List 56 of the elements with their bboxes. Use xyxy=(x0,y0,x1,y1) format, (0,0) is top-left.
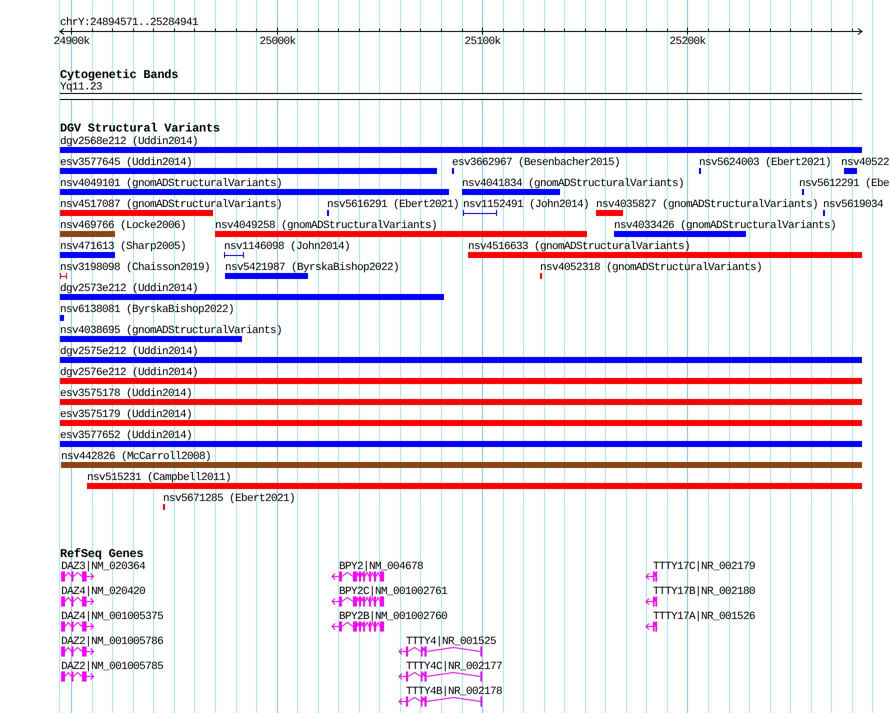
variant-label: nsv4049258 (gnomADStructuralVariants) xyxy=(215,220,438,232)
location-label: chrY:24894571..25284941 xyxy=(60,17,198,29)
variant-label: dgv2576e212 (Uddin2014) xyxy=(60,367,198,379)
variant-label: esv3662967 (Besenbacher2015) xyxy=(452,157,620,169)
variant-label: nsv4052318 (gnomADStructuralVariants) xyxy=(540,262,762,274)
variant-label: esv3577645 (Uddin2014) xyxy=(60,157,192,169)
tick-label: 25200k xyxy=(670,36,706,48)
gene-label: DAZ2|NM_001005785 xyxy=(61,661,164,673)
variant-label: nsv4517087 (gnomADStructuralVariants) xyxy=(60,199,282,211)
track-title: DGV Structural Variants xyxy=(60,122,220,136)
variant-label: nsv5612291 (Ebe xyxy=(799,178,890,190)
track-title: Cytogenetic Bands xyxy=(60,68,178,82)
gene-label: BPY2B|NM_001002760 xyxy=(339,611,448,623)
gene-label: TTTY17A|NR_001526 xyxy=(652,611,755,623)
gene-label: TTTY4C|NR_002177 xyxy=(406,661,502,673)
gene-label: TTTY4B|NR_002178 xyxy=(406,686,502,698)
variant-label: nsv5671285 (Ebert2021) xyxy=(163,493,296,505)
gene-label: BPY2C|NM_001002761 xyxy=(339,586,448,598)
band-label: Yq11.23 xyxy=(60,82,102,94)
variant-label: nsv4516633 (gnomADStructuralVariants) xyxy=(468,241,690,253)
variant-label: nsv4033426 (gnomADStructuralVariants) xyxy=(614,220,836,232)
tick-label: 25100k xyxy=(464,36,500,48)
variant-label: nsv40522 xyxy=(841,157,890,169)
variant-label: dgv2575e212 (Uddin2014) xyxy=(60,346,198,358)
track-title: RefSeq Genes xyxy=(60,547,144,561)
variant-label: nsv471613 (Sharp2005) xyxy=(60,241,186,253)
variant-label: nsv6138081 (ByrskaBishop2022) xyxy=(60,304,234,316)
gene-label: DAZ3|NM_020364 xyxy=(61,561,146,573)
variant-label: nsv5616291 (Ebert2021) xyxy=(327,199,460,211)
variant-label: nsv5624003 (Ebert2021) xyxy=(699,157,832,169)
variant-label: nsv4049101 (gnomADStructuralVariants) xyxy=(60,178,282,190)
variant-label: esv3575178 (Uddin2014) xyxy=(60,388,192,400)
variant-label: nsv3198098 (Chaisson2019) xyxy=(60,262,210,274)
variant-label: nsv515231 (Campbell2011) xyxy=(87,472,232,484)
variant-label: nsv1152491 (John2014) xyxy=(463,199,590,211)
tick-label: 24900k xyxy=(54,36,90,48)
variant-label: nsv1146098 (John2014) xyxy=(224,241,350,253)
variant-label: esv3577652 (Uddin2014) xyxy=(60,430,192,442)
gene-label: TTTY4|NR_001525 xyxy=(406,636,496,648)
variant-label: nsv469766 (Locke2006) xyxy=(60,220,186,232)
gene-label: TTTY17C|NR_002179 xyxy=(652,561,755,573)
variant-label: nsv442826 (McCarroll2008) xyxy=(61,451,212,463)
gene-label: TTTY17B|NR_002180 xyxy=(652,586,755,598)
variant-label: dgv2568e212 (Uddin2014) xyxy=(60,136,198,148)
variant-label: nsv4035827 (gnomADStructuralVariants) xyxy=(596,199,818,211)
gene-label: DAZ4|NM_001005375 xyxy=(61,611,164,623)
variant-label: nsv5619034 xyxy=(823,199,884,211)
gene-label: DAZ2|NM_001005786 xyxy=(61,636,164,648)
variant-label: nsv4038695 (gnomADStructuralVariants) xyxy=(60,325,282,337)
variant-label: dgv2573e212 (Uddin2014) xyxy=(60,283,198,295)
variant-label: nsv5421987 (ByrskaBishop2022) xyxy=(225,262,400,274)
tick-label: 25000k xyxy=(260,36,296,48)
variant-label: esv3575179 (Uddin2014) xyxy=(60,409,192,421)
gene-label: DAZ4|NM_020420 xyxy=(61,586,146,598)
gene-label: BPY2|NM_004678 xyxy=(339,561,424,573)
variant-label: nsv4041834 (gnomADStructuralVariants) xyxy=(462,178,684,190)
